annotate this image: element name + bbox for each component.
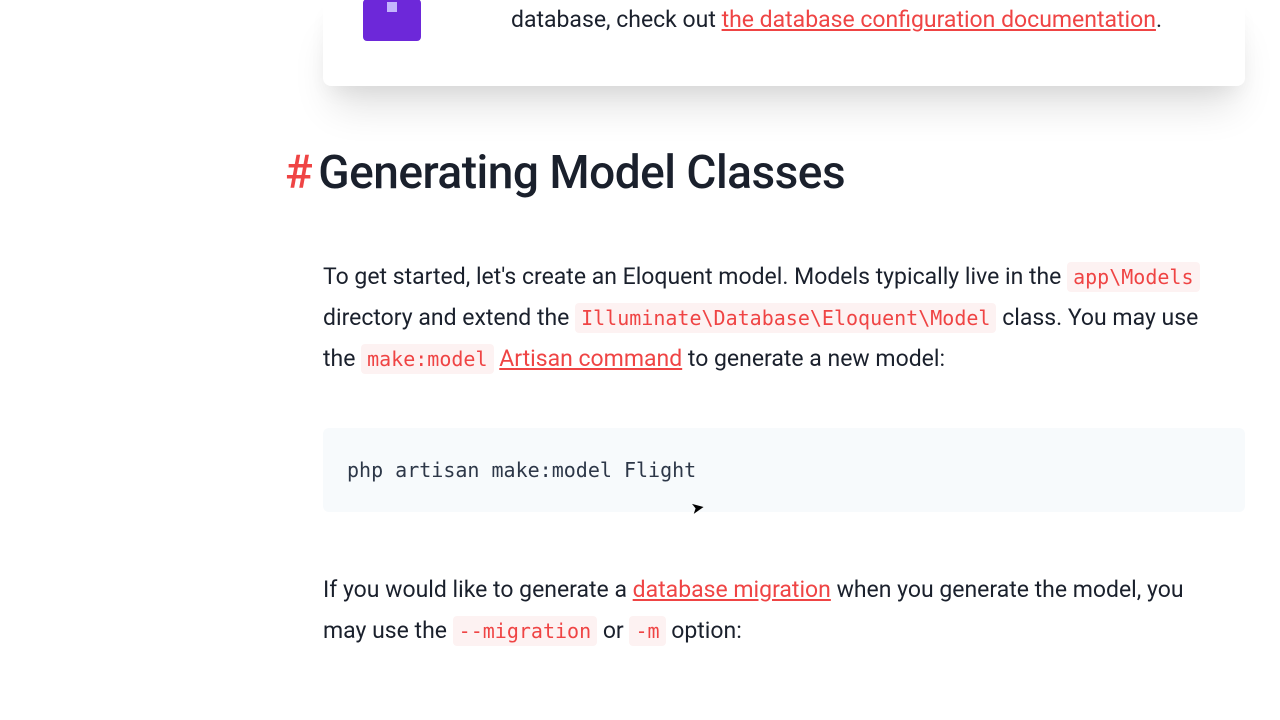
artisan-command-link[interactable]: Artisan command	[499, 345, 682, 372]
code-block-make-model: php artisan make:model Flight	[323, 428, 1245, 512]
inline-code-make-model: make:model	[361, 344, 493, 374]
callout-text-suffix: .	[1156, 6, 1162, 33]
p2-t1: If you would like to generate a	[323, 576, 633, 603]
intro-paragraph: To get started, let's create an Eloquent…	[323, 257, 1225, 380]
documentation-page: database, check out the database configu…	[0, 0, 1280, 720]
migration-paragraph: If you would like to generate a database…	[323, 570, 1225, 652]
p2-t4: option:	[666, 617, 742, 644]
callout-text-prefix: database, check out	[511, 6, 722, 33]
heading-title: Generating Model Classes	[318, 146, 845, 200]
inline-code-app-models: app\Models	[1067, 262, 1199, 292]
callout-text: database, check out the database configu…	[511, 0, 1162, 40]
info-callout: database, check out the database configu…	[323, 0, 1245, 86]
p1-t2: directory and extend the	[323, 304, 575, 331]
main-content: database, check out the database configu…	[285, 0, 1245, 675]
callout-purple-icon	[363, 0, 421, 41]
p1-t5: to generate a new model:	[682, 345, 945, 372]
callout-row: database, check out the database configu…	[363, 0, 1205, 41]
p1-t1: To get started, let's create an Eloquent…	[323, 263, 1067, 290]
section-heading: #Generating Model Classes	[285, 146, 1245, 201]
database-config-doc-link[interactable]: the database configuration documentation	[722, 6, 1156, 33]
inline-code-eloquent-model: Illuminate\Database\Eloquent\Model	[575, 303, 996, 333]
inline-code-m-flag: -m	[629, 616, 665, 646]
p2-t3: or	[597, 617, 629, 644]
heading-anchor-hash[interactable]: #	[285, 146, 312, 200]
inline-code-migration-flag: --migration	[453, 616, 597, 646]
code-content: php artisan make:model Flight	[347, 458, 696, 482]
database-migration-link[interactable]: database migration	[633, 576, 831, 603]
